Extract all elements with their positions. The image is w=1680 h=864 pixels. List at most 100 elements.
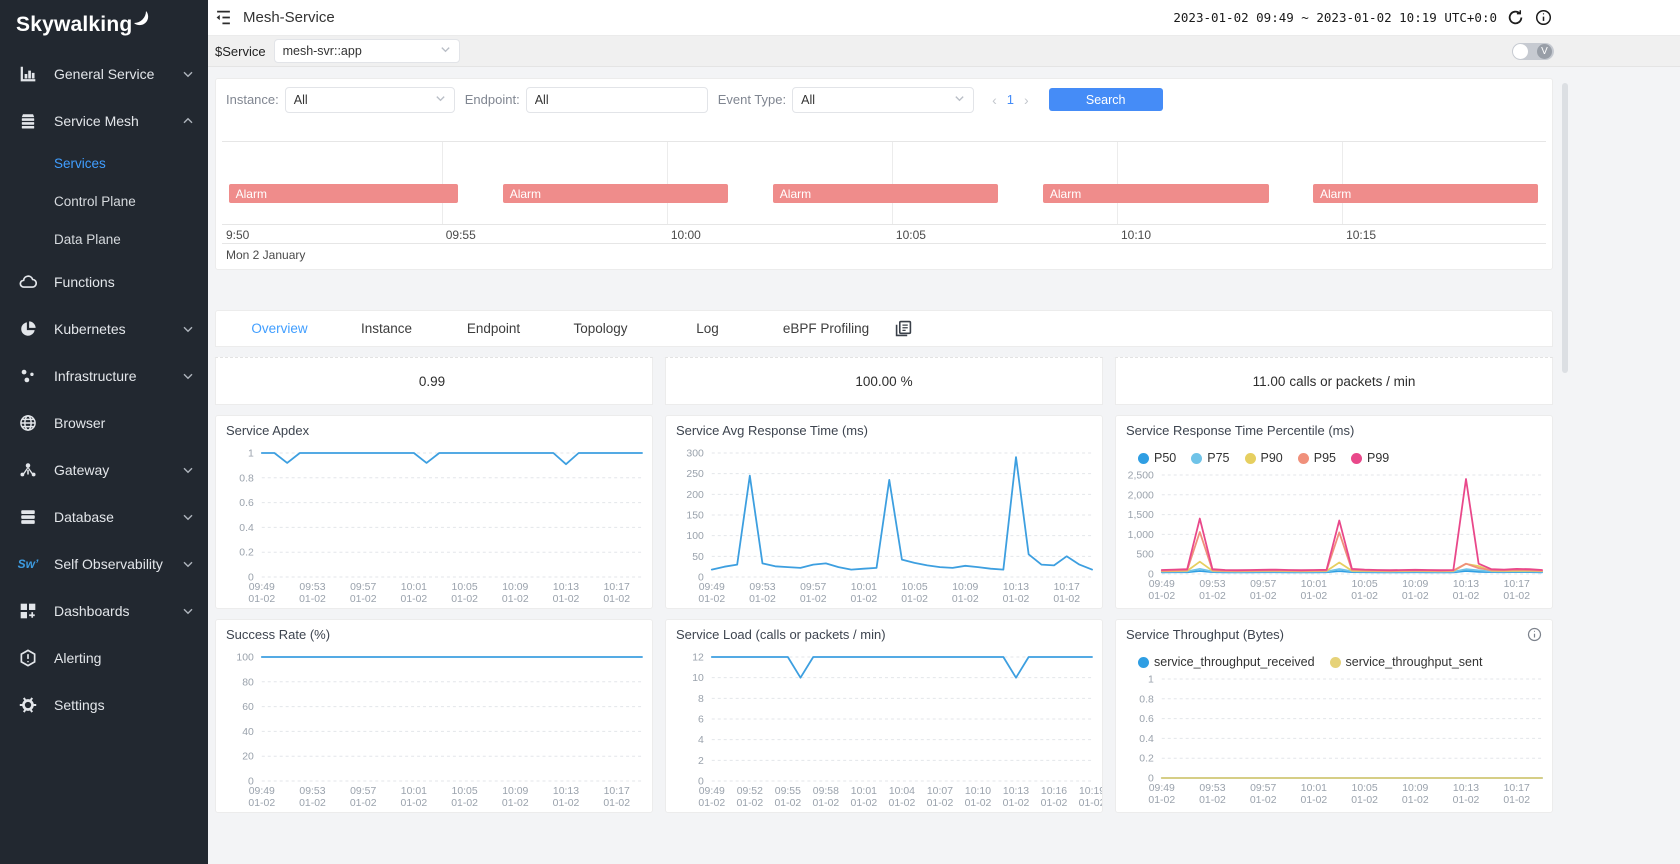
- timeline-tick-label: 10:05: [896, 228, 926, 242]
- svg-text:2: 2: [698, 756, 704, 767]
- service-select[interactable]: mesh-svr::app: [274, 39, 460, 63]
- sidebar-item-label: Data Plane: [54, 232, 194, 247]
- sidebar-item-settings[interactable]: Settings: [0, 681, 208, 728]
- sidebar-item-data-plane[interactable]: Data Plane: [0, 220, 208, 258]
- current-page: 1: [1007, 92, 1014, 107]
- tab-topology[interactable]: Topology: [547, 321, 654, 336]
- svg-text:0.6: 0.6: [1139, 714, 1154, 725]
- tab-log[interactable]: Log: [654, 321, 761, 336]
- svg-text:01-02: 01-02: [851, 594, 878, 605]
- tab-instance[interactable]: Instance: [333, 321, 440, 336]
- sidebar-item-general-service[interactable]: General Service: [0, 50, 208, 97]
- globe-icon: [18, 413, 38, 433]
- svg-text:09:55: 09:55: [775, 786, 801, 797]
- sidebar-item-dashboards[interactable]: Dashboards: [0, 587, 208, 634]
- svg-text:09:53: 09:53: [1199, 579, 1225, 590]
- svg-text:01-02: 01-02: [401, 798, 428, 809]
- sidebar-item-infrastructure[interactable]: Infrastructure: [0, 352, 208, 399]
- success-rate-chart: Success Rate (%) 02040608010009:4901-020…: [215, 619, 653, 813]
- event-type-select[interactable]: All: [792, 87, 974, 113]
- svg-text:01-02: 01-02: [1250, 591, 1277, 602]
- sidebar-item-self-observability[interactable]: Sw’Self Observability: [0, 540, 208, 587]
- legend-dot: [1245, 453, 1256, 464]
- tab-endpoint[interactable]: Endpoint: [440, 321, 547, 336]
- svg-text:09:53: 09:53: [299, 582, 325, 593]
- legend-item-P50[interactable]: P50: [1138, 451, 1176, 465]
- alarm-event-bar[interactable]: Alarm: [229, 184, 458, 203]
- svg-text:300: 300: [686, 448, 704, 459]
- legend-item-P95[interactable]: P95: [1298, 451, 1336, 465]
- alarm-event-bar[interactable]: Alarm: [773, 184, 998, 203]
- sidebar-item-gateway[interactable]: Gateway: [0, 446, 208, 493]
- svg-text:10:01: 10:01: [851, 786, 877, 797]
- sidebar-item-label: Browser: [54, 415, 194, 431]
- legend-item-service_throughput_received[interactable]: service_throughput_received: [1138, 655, 1315, 669]
- svg-text:01-02: 01-02: [1250, 795, 1277, 806]
- collapse-menu-icon[interactable]: [215, 9, 233, 27]
- gear-icon: [18, 695, 38, 715]
- alarm-event-bar[interactable]: Alarm: [1043, 184, 1269, 203]
- svg-text:09:52: 09:52: [737, 786, 763, 797]
- load-metric-card: 11.00calls or packets / min: [1115, 357, 1553, 405]
- chart-info-icon[interactable]: [1527, 627, 1542, 642]
- endpoint-filter-input[interactable]: [526, 87, 708, 113]
- svg-text:09:57: 09:57: [800, 582, 826, 593]
- svg-text:01-02: 01-02: [1041, 798, 1068, 809]
- svg-text:01-02: 01-02: [248, 594, 275, 605]
- legend-item-P99[interactable]: P99: [1351, 451, 1389, 465]
- legend-item-P75[interactable]: P75: [1191, 451, 1229, 465]
- alarm-event-bar[interactable]: Alarm: [1313, 184, 1538, 203]
- database-icon: [18, 507, 38, 527]
- sidebar-item-functions[interactable]: Functions: [0, 258, 208, 305]
- sidebar-item-alerting[interactable]: Alerting: [0, 634, 208, 681]
- refresh-icon[interactable]: [1507, 9, 1525, 27]
- timeline-date-label: Mon 2 January: [226, 248, 305, 262]
- svg-text:01-02: 01-02: [698, 798, 725, 809]
- sidebar-item-label: Self Observability: [54, 556, 182, 572]
- svg-text:01-02: 01-02: [1453, 795, 1480, 806]
- top-header: Mesh-Service 2023-01-02 09:49 ~ 2023-01-…: [208, 0, 1680, 36]
- instance-filter-select[interactable]: All: [285, 87, 455, 113]
- service-throughput-chart: Service Throughput (Bytes) service_throu…: [1115, 619, 1553, 813]
- next-page-icon[interactable]: ›: [1024, 92, 1029, 108]
- sidebar-item-services[interactable]: Services: [0, 144, 208, 182]
- svg-text:10:09: 10:09: [952, 582, 978, 593]
- legend-item-P90[interactable]: P90: [1245, 451, 1283, 465]
- chart-title: Service Load (calls or packets / min): [676, 627, 886, 642]
- legend-label: P95: [1314, 451, 1336, 465]
- time-range-picker[interactable]: 2023-01-02 09:49 ~ 2023-01-02 10:19 UTC+…: [1173, 10, 1497, 25]
- alarm-event-bar[interactable]: Alarm: [503, 184, 728, 203]
- tab-overview[interactable]: Overview: [226, 321, 333, 336]
- legend-item-service_throughput_sent[interactable]: service_throughput_sent: [1330, 655, 1483, 669]
- scrollbar-thumb[interactable]: [1562, 83, 1568, 373]
- moon-icon: [133, 10, 149, 31]
- dashboard-settings-icon[interactable]: [895, 319, 915, 339]
- service-load-chart: Service Load (calls or packets / min) 02…: [665, 619, 1103, 813]
- alarm-label: Alarm: [236, 187, 267, 201]
- svg-text:80: 80: [242, 677, 254, 688]
- event-filter-row: Instance: All Endpoint: Event Type: All: [222, 86, 1546, 113]
- chevron-down-icon: [182, 511, 194, 523]
- chevron-down-icon: [182, 370, 194, 382]
- sidebar-item-browser[interactable]: Browser: [0, 399, 208, 446]
- svg-text:01-02: 01-02: [1402, 591, 1429, 602]
- svg-text:40: 40: [242, 727, 254, 738]
- app-logo[interactable]: Skywalking: [0, 0, 208, 50]
- sidebar-item-service-mesh[interactable]: Service Mesh: [0, 97, 208, 144]
- svg-text:10:09: 10:09: [1402, 579, 1428, 590]
- chart-legend: service_throughput_received service_throu…: [1116, 649, 1552, 671]
- tab-ebpf-profiling[interactable]: eBPF Profiling: [761, 321, 891, 336]
- sidebar-item-kubernetes[interactable]: Kubernetes: [0, 305, 208, 352]
- sidebar-nav: General ServiceService MeshServicesContr…: [0, 50, 208, 728]
- charts-row-2: Success Rate (%) 02040608010009:4901-020…: [215, 619, 1553, 813]
- svg-text:09:58: 09:58: [813, 786, 839, 797]
- version-toggle[interactable]: V: [1512, 43, 1554, 60]
- prev-page-icon[interactable]: ‹: [992, 92, 997, 108]
- service-label: $Service: [215, 44, 266, 59]
- svg-text:1: 1: [1148, 674, 1154, 685]
- info-icon[interactable]: [1535, 9, 1553, 27]
- sidebar-item-database[interactable]: Database: [0, 493, 208, 540]
- sidebar-item-control-plane[interactable]: Control Plane: [0, 182, 208, 220]
- search-button[interactable]: Search: [1049, 88, 1163, 111]
- sidebar-item-label: Gateway: [54, 462, 182, 478]
